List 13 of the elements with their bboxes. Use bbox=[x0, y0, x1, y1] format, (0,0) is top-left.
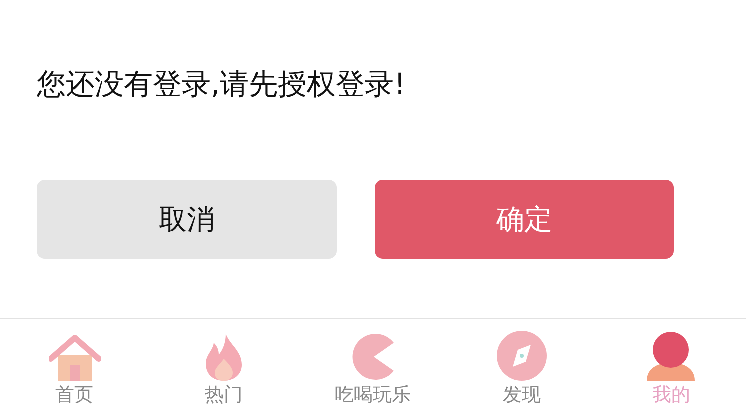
tab[interactable]: 首页 bbox=[0, 327, 150, 407]
compass-icon bbox=[497, 331, 548, 381]
cancel-button[interactable]: 取消 bbox=[37, 180, 336, 259]
tab[interactable]: 热门 bbox=[149, 327, 298, 407]
tab[interactable]: 我的 bbox=[596, 327, 746, 407]
flame-icon bbox=[204, 333, 244, 381]
tab[interactable]: 发现 bbox=[448, 327, 597, 407]
tab[interactable]: 吃喝玩乐 bbox=[298, 327, 448, 407]
pacman-icon bbox=[350, 333, 396, 381]
dialog-message: 您还没有登录,请先授权登录! bbox=[37, 66, 406, 103]
house-icon bbox=[48, 335, 101, 381]
person-icon bbox=[645, 331, 698, 381]
confirm-button[interactable]: 确定 bbox=[374, 180, 674, 259]
